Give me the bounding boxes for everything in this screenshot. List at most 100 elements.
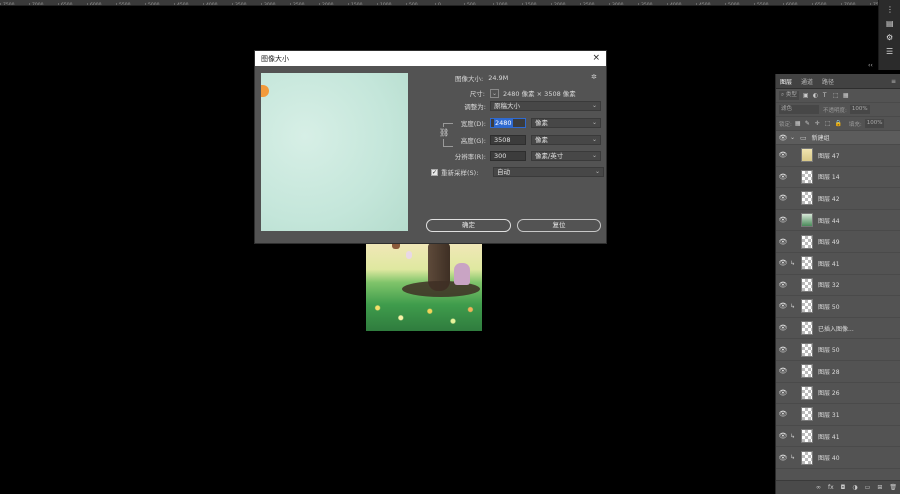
eye-icon[interactable]: 👁 — [776, 346, 790, 354]
layer-name[interactable]: 图层 26 — [818, 388, 840, 397]
chevron-down-icon[interactable]: ⌄ — [790, 134, 796, 141]
layer-row[interactable]: 👁 图层 26 — [776, 383, 900, 405]
layer-thumbnail[interactable] — [801, 364, 813, 379]
arrange-icon[interactable]: ⋮ — [886, 5, 896, 14]
layer-name[interactable]: 图层 42 — [818, 194, 840, 203]
panel-menu-icon[interactable]: ≡ — [891, 78, 896, 85]
dimensions-unit-dropdown[interactable]: ⌄ — [490, 88, 499, 98]
eye-icon[interactable]: 👁 — [776, 134, 790, 142]
eye-icon[interactable]: 👁 — [776, 324, 790, 332]
image-preview[interactable] — [261, 73, 408, 231]
eye-icon[interactable]: 👁 — [776, 454, 790, 462]
adjust-icon[interactable]: ⚙ — [886, 33, 896, 42]
layer-name[interactable]: 图层 14 — [818, 172, 840, 181]
layer-name[interactable]: 图层 50 — [818, 302, 840, 311]
height-input[interactable]: 3508 — [490, 135, 526, 145]
layer-row[interactable]: 👁 ↳ 图层 50 — [776, 296, 900, 318]
new-group-icon[interactable]: ▭ — [865, 484, 871, 491]
layer-name[interactable]: 图层 40 — [818, 453, 840, 462]
layer-row[interactable]: 👁 图层 28 — [776, 361, 900, 383]
layer-row[interactable]: 👁 图层 32 — [776, 275, 900, 297]
layer-row[interactable]: 👁 ↳ 图层 41 — [776, 426, 900, 448]
eye-icon[interactable]: 👁 — [776, 367, 790, 375]
lock-brush-icon[interactable]: ✎ — [805, 120, 812, 127]
tab-channels[interactable]: 通道 — [801, 77, 813, 86]
ok-button[interactable]: 确定 — [426, 219, 511, 232]
lock-move-icon[interactable]: ✛ — [815, 120, 822, 127]
layer-thumbnail[interactable] — [801, 191, 813, 206]
layer-thumbnail[interactable] — [801, 234, 813, 249]
layer-filter-select[interactable]: ⌕ 类型 — [779, 91, 799, 100]
adjustment-filter-icon[interactable]: ◐ — [813, 92, 820, 99]
resolution-unit-select[interactable]: 像素/英寸 ⌄ — [531, 151, 601, 161]
link-icon[interactable]: ⛓ — [439, 127, 449, 139]
tab-layers[interactable]: 图层 — [780, 77, 792, 86]
layer-thumbnail[interactable] — [801, 429, 813, 444]
layer-name[interactable]: 图层 32 — [818, 280, 840, 289]
eye-icon[interactable]: 👁 — [776, 216, 790, 224]
fit-to-select[interactable]: 原稿大小 ⌄ — [490, 101, 601, 111]
eye-icon[interactable]: 👁 — [776, 389, 790, 397]
pixel-filter-icon[interactable]: ▣ — [803, 92, 810, 99]
blend-mode-select[interactable]: 滤色 — [779, 105, 819, 114]
resample-checkbox[interactable]: ✓ — [431, 168, 438, 176]
fx-icon[interactable]: fx — [828, 484, 834, 491]
eye-icon[interactable]: 👁 — [776, 259, 790, 267]
height-unit-select[interactable]: 像素 ⌄ — [531, 135, 601, 145]
layer-row[interactable]: 👁 ↳ 图层 40 — [776, 447, 900, 469]
layer-row[interactable]: 👁 图层 49 — [776, 231, 900, 253]
layer-group-row[interactable]: 👁 ⌄ ▭ 新建组 — [776, 131, 900, 145]
eye-icon[interactable]: 👁 — [776, 194, 790, 202]
link-layers-icon[interactable]: ∞ — [816, 484, 821, 491]
layer-name[interactable]: 图层 41 — [818, 259, 840, 268]
layer-thumbnail[interactable] — [801, 385, 813, 400]
sliders-icon[interactable]: ☰ — [886, 47, 896, 56]
lock-transparent-icon[interactable]: ▦ — [795, 120, 802, 127]
layer-thumbnail[interactable] — [801, 148, 813, 163]
layer-thumbnail[interactable] — [801, 169, 813, 184]
layer-name[interactable]: 图层 49 — [818, 237, 840, 246]
width-input[interactable]: 2480 — [490, 118, 526, 128]
eye-icon[interactable]: 👁 — [776, 432, 790, 440]
trash-icon[interactable]: 🗑 — [889, 484, 897, 491]
eye-icon[interactable]: 👁 — [776, 410, 790, 418]
layer-name[interactable]: 图层 28 — [818, 367, 840, 376]
layer-thumbnail[interactable] — [801, 256, 813, 271]
layer-thumbnail[interactable] — [801, 213, 813, 228]
layer-name[interactable]: 图层 31 — [818, 410, 840, 419]
layer-thumbnail[interactable] — [801, 277, 813, 292]
layer-name[interactable]: 图层 44 — [818, 216, 840, 225]
tab-paths[interactable]: 路径 — [822, 77, 834, 86]
layer-row[interactable]: 👁 图层 31 — [776, 404, 900, 426]
layer-name[interactable]: 已插入图像... — [818, 324, 854, 333]
adjustment-layer-icon[interactable]: ◑ — [852, 484, 857, 491]
opacity-value[interactable]: 100% — [849, 105, 870, 114]
resample-select[interactable]: 自动 ⌄ — [493, 167, 604, 177]
smart-filter-icon[interactable]: ▦ — [843, 92, 850, 99]
swatch-icon[interactable]: ▤ — [886, 19, 896, 28]
layer-thumbnail[interactable] — [801, 450, 813, 465]
eye-icon[interactable]: 👁 — [776, 151, 790, 159]
layer-row[interactable]: 👁 图层 47 — [776, 145, 900, 167]
gear-icon[interactable]: ✲ — [591, 73, 599, 81]
width-unit-select[interactable]: 像素 ⌄ — [531, 118, 601, 128]
resolution-input[interactable]: 300 — [490, 151, 526, 161]
layer-row[interactable]: 👁 图层 50 — [776, 339, 900, 361]
eye-icon[interactable]: 👁 — [776, 281, 790, 289]
layer-thumbnail[interactable] — [801, 407, 813, 422]
layer-row[interactable]: 👁 已插入图像... — [776, 318, 900, 340]
layer-name[interactable]: 图层 47 — [818, 151, 840, 160]
layer-row[interactable]: 👁 图层 14 — [776, 167, 900, 189]
eye-icon[interactable]: 👁 — [776, 302, 790, 310]
fill-value[interactable]: 100% — [864, 119, 885, 128]
layer-row[interactable]: 👁 ↳ 图层 41 — [776, 253, 900, 275]
new-layer-icon[interactable]: ⊞ — [877, 484, 882, 491]
type-filter-icon[interactable]: T — [823, 92, 830, 99]
eye-icon[interactable]: 👁 — [776, 238, 790, 246]
eye-icon[interactable]: 👁 — [776, 173, 790, 181]
layer-name[interactable]: 图层 41 — [818, 432, 840, 441]
lock-all-icon[interactable]: 🔒 — [835, 120, 842, 127]
layer-thumbnail[interactable] — [801, 321, 813, 336]
mask-icon[interactable]: ◘ — [841, 484, 846, 491]
layer-name[interactable]: 图层 50 — [818, 345, 840, 354]
